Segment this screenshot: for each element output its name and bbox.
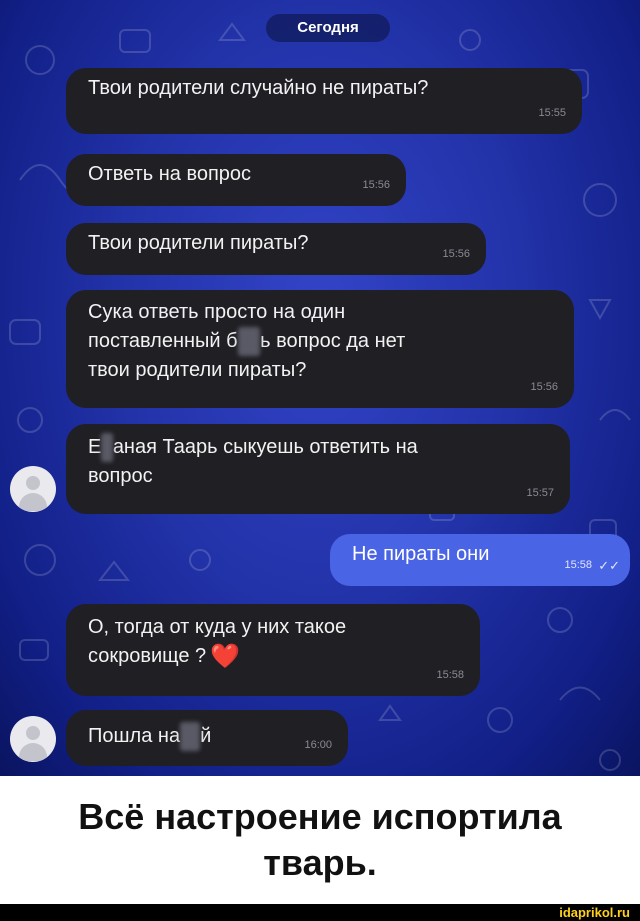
avatar-body — [19, 743, 47, 761]
avatar-body — [19, 493, 47, 511]
message-bubble[interactable]: Пошла нахуй 16:00 — [66, 710, 348, 766]
message-time: 15:58 — [436, 669, 464, 681]
message-line: Ебаная Таарь сыкуешь ответить на — [88, 433, 552, 462]
date-separator: Сегодня — [266, 14, 390, 42]
message-line: твои родители пираты? — [88, 359, 307, 381]
message-bubble[interactable]: Твои родители пираты? 15:56 — [66, 223, 486, 275]
message-line: сокровище ? ❤️ — [88, 643, 241, 671]
caption-line: тварь. — [263, 842, 377, 883]
message-line: Сука ответь просто на один — [88, 301, 346, 323]
message-line: вопрос — [88, 465, 153, 487]
message-time: 16:00 — [304, 739, 332, 751]
message-time: 15:55 — [538, 107, 566, 119]
outgoing-message-bubble[interactable]: Не пираты они 15:58 ✓✓ — [330, 534, 630, 586]
message-text: Не пираты они — [352, 543, 490, 565]
message-text: Твои родители пираты? — [88, 232, 309, 254]
double-check-icon: ✓✓ — [598, 558, 620, 573]
sender-avatar[interactable] — [10, 716, 56, 762]
message-text: Пошла нахуй — [88, 722, 211, 751]
message-time: 15:56 — [530, 381, 558, 393]
message-bubble[interactable]: Твои родители случайно не пираты? 15:55 — [66, 68, 582, 134]
message-line: О, тогда от куда у них такое — [88, 616, 347, 638]
site-watermark[interactable]: idaprikol.ru — [559, 905, 630, 920]
avatar-head — [26, 726, 40, 740]
censor-blur: ля — [237, 327, 261, 356]
message-time: 15:56 — [362, 179, 390, 191]
message-bubble[interactable]: О, тогда от куда у них такое сокровище ?… — [66, 604, 480, 696]
footer-bar: idaprikol.ru — [0, 904, 640, 921]
meme-caption: Всё настроение испортила тварь. — [0, 776, 640, 904]
avatar-head — [26, 476, 40, 490]
caption-line: Всё настроение испортила — [78, 796, 562, 837]
message-line: поставленный бляь вопрос да нет — [88, 327, 556, 356]
message-text: Твои родители случайно не пираты? — [88, 77, 429, 99]
censor-blur: ху — [180, 722, 201, 751]
heart-emoji-icon: ❤️ — [210, 643, 241, 671]
censor-blur: б — [101, 433, 113, 462]
chat-area: Сегодня Твои родители случайно не пираты… — [0, 0, 640, 776]
message-time: 15:57 — [526, 487, 554, 499]
message-bubble[interactable]: Ебаная Таарь сыкуешь ответить на вопрос … — [66, 424, 570, 514]
message-time: 15:58 — [564, 559, 592, 571]
message-bubble[interactable]: Ответь на вопрос 15:56 — [66, 154, 406, 206]
sender-avatar[interactable] — [10, 466, 56, 512]
message-bubble[interactable]: Сука ответь просто на один поставленный … — [66, 290, 574, 408]
message-time: 15:56 — [442, 248, 470, 260]
message-text: Ответь на вопрос — [88, 163, 252, 185]
